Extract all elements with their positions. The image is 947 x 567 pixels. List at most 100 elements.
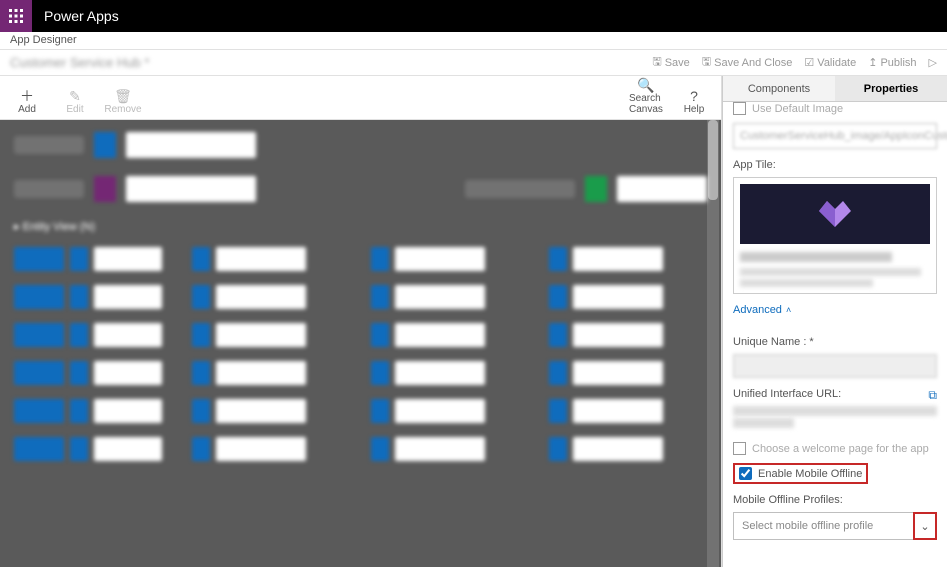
canvas-toolbar: ＋Add ✎Edit 🗑Remove 🔍Search Canvas ?Help bbox=[0, 76, 721, 120]
image-select[interactable]: CustomerServiceHub_image/AppIconCustom..… bbox=[733, 123, 937, 149]
entity-cell[interactable] bbox=[14, 323, 172, 347]
enable-mobile-offline-label: Enable Mobile Offline bbox=[758, 468, 862, 480]
enable-mobile-offline-row[interactable]: Enable Mobile Offline bbox=[733, 463, 868, 484]
canvas-tile[interactable] bbox=[585, 176, 607, 202]
add-button[interactable]: ＋Add bbox=[10, 88, 44, 115]
tile-desc bbox=[740, 279, 873, 287]
copy-icon[interactable]: ⧉ bbox=[928, 388, 937, 403]
entity-cell[interactable] bbox=[192, 247, 350, 271]
tab-properties[interactable]: Properties bbox=[835, 76, 947, 101]
global-header: Power Apps bbox=[0, 0, 947, 32]
canvas-panel: ＋Add ✎Edit 🗑Remove 🔍Search Canvas ?Help bbox=[0, 76, 722, 567]
entity-cell[interactable] bbox=[14, 399, 172, 423]
mobile-offline-profile-select[interactable]: Select mobile offline profile ⌄ bbox=[733, 512, 937, 540]
entity-cell[interactable] bbox=[14, 361, 172, 385]
entity-cell[interactable] bbox=[192, 437, 350, 461]
designer-canvas[interactable]: ▸ Entity View (N) bbox=[0, 120, 721, 567]
welcome-page-row[interactable]: Choose a welcome page for the app bbox=[733, 442, 937, 455]
brand-label: Power Apps bbox=[32, 8, 119, 24]
tile-desc bbox=[740, 268, 921, 276]
panel-tabs: Components Properties bbox=[723, 76, 947, 102]
save-icon: 🖫 bbox=[652, 53, 661, 72]
app-tile-image bbox=[740, 184, 930, 244]
tile-title bbox=[740, 252, 892, 262]
edit-button[interactable]: ✎Edit bbox=[58, 88, 92, 115]
entity-cell[interactable] bbox=[371, 323, 529, 347]
chevron-down-icon: ⌄ bbox=[920, 520, 929, 533]
entity-cell[interactable] bbox=[14, 437, 172, 461]
help-button[interactable]: ?Help bbox=[677, 88, 711, 115]
heart-icon bbox=[813, 197, 857, 231]
help-icon: ? bbox=[690, 88, 698, 104]
entity-cell[interactable] bbox=[549, 361, 707, 385]
entity-cell[interactable] bbox=[549, 285, 707, 309]
waffle-icon bbox=[8, 8, 24, 24]
enable-mobile-offline-checkbox[interactable] bbox=[739, 467, 752, 480]
entity-cell[interactable] bbox=[549, 323, 707, 347]
canvas-tile[interactable] bbox=[94, 132, 116, 158]
canvas-tile[interactable] bbox=[94, 176, 116, 202]
plus-icon: ＋ bbox=[20, 88, 34, 104]
checkbox-icon[interactable] bbox=[733, 102, 746, 115]
canvas-tile[interactable] bbox=[617, 176, 707, 202]
save-and-close-button[interactable]: 🖫Save And Close bbox=[702, 53, 793, 72]
chevron-up-icon: ˄ bbox=[786, 305, 791, 315]
entity-cell[interactable] bbox=[549, 437, 707, 461]
app-launcher-button[interactable] bbox=[0, 0, 32, 32]
entity-cell[interactable] bbox=[371, 361, 529, 385]
unified-url-label: Unified Interface URL: ⧉ bbox=[733, 388, 937, 400]
page-title: Customer Service Hub * bbox=[10, 55, 149, 70]
entity-cell[interactable] bbox=[14, 285, 172, 309]
entity-cell[interactable] bbox=[14, 247, 172, 271]
app-tile-preview bbox=[733, 177, 937, 294]
unified-url-value bbox=[733, 406, 937, 416]
search-icon: 🔍 bbox=[637, 77, 654, 93]
select-dropdown-button[interactable]: ⌄ bbox=[913, 512, 937, 540]
publish-button[interactable]: ↥Publish bbox=[868, 53, 916, 72]
entity-cell[interactable] bbox=[549, 247, 707, 271]
entity-cell[interactable] bbox=[192, 399, 350, 423]
unique-name-label: Unique Name : * bbox=[733, 336, 937, 348]
checkbox-icon[interactable] bbox=[733, 442, 746, 455]
validate-button[interactable]: ☑Validate bbox=[804, 53, 856, 72]
save-button[interactable]: 🖫Save bbox=[652, 53, 689, 72]
remove-button[interactable]: 🗑Remove bbox=[106, 88, 140, 115]
canvas-scrollbar[interactable] bbox=[707, 120, 719, 567]
canvas-tile[interactable] bbox=[126, 176, 256, 202]
use-default-image-label: Use Default Image bbox=[752, 103, 843, 115]
validate-icon: ☑ bbox=[804, 56, 814, 69]
pencil-icon: ✎ bbox=[69, 88, 81, 104]
publish-icon: ↥ bbox=[868, 56, 877, 69]
scrollbar-thumb[interactable] bbox=[708, 120, 718, 200]
entity-cell[interactable] bbox=[192, 323, 350, 347]
canvas-section-label bbox=[14, 136, 84, 154]
entity-view-header: ▸ Entity View (N) bbox=[14, 220, 707, 233]
unique-name-field[interactable] bbox=[733, 354, 937, 378]
properties-panel: Components Properties Use Default Image … bbox=[722, 76, 947, 567]
unified-url-value bbox=[733, 418, 794, 428]
advanced-toggle[interactable]: Advanced ˄ bbox=[733, 304, 791, 316]
command-bar: Customer Service Hub * 🖫Save 🖫Save And C… bbox=[0, 50, 947, 76]
mobile-offline-profiles-label: Mobile Offline Profiles: bbox=[733, 494, 937, 506]
entity-cell[interactable] bbox=[371, 437, 529, 461]
search-canvas-button[interactable]: 🔍Search Canvas bbox=[629, 77, 663, 115]
use-default-image-row[interactable]: Use Default Image bbox=[733, 102, 937, 115]
canvas-section-label bbox=[14, 180, 84, 198]
entity-cell[interactable] bbox=[192, 361, 350, 385]
entity-cell[interactable] bbox=[371, 399, 529, 423]
trash-icon: 🗑 bbox=[114, 88, 132, 104]
save-close-icon: 🖫 bbox=[702, 53, 711, 72]
canvas-tile[interactable] bbox=[126, 132, 256, 158]
entity-cell[interactable] bbox=[371, 247, 529, 271]
select-placeholder: Select mobile offline profile bbox=[734, 513, 913, 539]
entity-cell[interactable] bbox=[192, 285, 350, 309]
canvas-section-label bbox=[465, 180, 575, 198]
designer-label: App Designer bbox=[0, 32, 947, 50]
entity-cell[interactable] bbox=[371, 285, 529, 309]
entity-cell[interactable] bbox=[549, 399, 707, 423]
play-button[interactable]: ▷ bbox=[929, 53, 937, 72]
welcome-page-label: Choose a welcome page for the app bbox=[752, 443, 929, 455]
tab-components[interactable]: Components bbox=[723, 76, 835, 101]
app-tile-label: App Tile: bbox=[733, 159, 937, 171]
play-icon: ▷ bbox=[929, 56, 937, 69]
